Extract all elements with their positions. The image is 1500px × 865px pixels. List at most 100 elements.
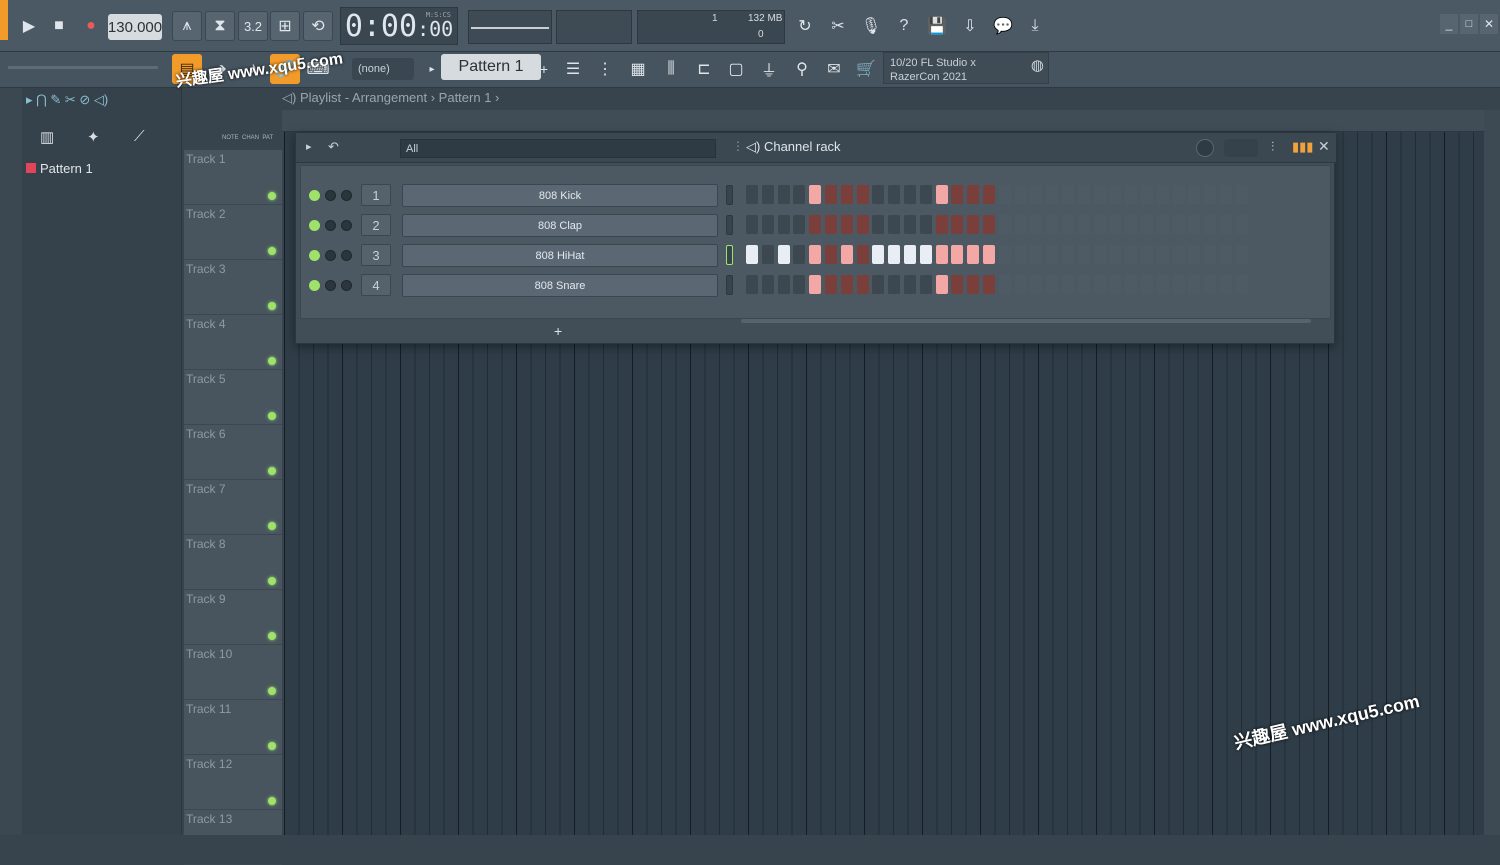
chat-icon[interactable]: 💬 xyxy=(988,11,1018,41)
tempo-display[interactable]: 130.000 xyxy=(108,14,162,40)
step-button[interactable] xyxy=(1014,185,1027,204)
channel-select-led[interactable] xyxy=(726,215,733,235)
step-button[interactable] xyxy=(935,275,948,294)
step-button[interactable] xyxy=(793,275,806,294)
step-button[interactable] xyxy=(967,215,980,234)
step-button[interactable] xyxy=(919,215,932,234)
channel-select-led[interactable] xyxy=(726,245,733,265)
channel-name-button[interactable]: 808 HiHat xyxy=(402,244,718,267)
pan-knob[interactable] xyxy=(341,220,352,231)
volume-knob[interactable] xyxy=(325,220,336,231)
step-button[interactable] xyxy=(967,185,980,204)
rack-menu-icon[interactable]: ▸ xyxy=(306,140,312,153)
step-button[interactable] xyxy=(761,275,774,294)
maximize-icon[interactable]: □ xyxy=(1460,14,1478,34)
step-button[interactable] xyxy=(1077,215,1090,234)
step-button[interactable] xyxy=(1093,215,1106,234)
plugin-picker-icon[interactable]: ▢ xyxy=(721,54,751,84)
track-mute-led[interactable] xyxy=(268,577,276,585)
automation-icon[interactable]: ⟋ xyxy=(134,128,145,145)
track-mute-led[interactable] xyxy=(268,302,276,310)
step-button[interactable] xyxy=(951,185,964,204)
cart-icon[interactable]: 🛒 xyxy=(851,54,881,84)
step-button[interactable] xyxy=(1204,245,1217,264)
track-mute-led[interactable] xyxy=(268,522,276,530)
news-panel[interactable]: 10/20 FL Studio x RazerCon 2021 ◍ xyxy=(883,52,1049,84)
tutorial-icon[interactable]: ⚲ xyxy=(787,54,817,84)
step-button[interactable] xyxy=(951,245,964,264)
play-icon[interactable]: ▶ xyxy=(14,11,44,41)
step-button[interactable] xyxy=(919,245,932,264)
track-mute-led[interactable] xyxy=(268,192,276,200)
step-button[interactable] xyxy=(904,185,916,204)
step-button[interactable] xyxy=(1030,185,1043,204)
channel-mute-led[interactable] xyxy=(309,250,320,261)
download-icon[interactable]: ⤓ xyxy=(1020,11,1050,41)
step-button[interactable] xyxy=(1109,215,1122,234)
track-mute-led[interactable] xyxy=(268,412,276,420)
close-icon[interactable]: ✕ xyxy=(1318,138,1330,155)
step-button[interactable] xyxy=(1235,275,1248,294)
help-icon[interactable]: ? xyxy=(889,11,919,41)
microphone-icon[interactable]: 🎙 xyxy=(856,11,886,41)
mixer-track-number[interactable]: 1 xyxy=(361,184,391,206)
master-volume-slider[interactable] xyxy=(468,10,552,44)
mixer-icon[interactable]: ⫼ xyxy=(656,54,686,84)
step-button[interactable] xyxy=(951,275,964,294)
step-button[interactable] xyxy=(1077,245,1090,264)
stop-icon[interactable]: ■ xyxy=(44,11,74,41)
playlist-icon[interactable]: ☰ xyxy=(558,54,588,84)
step-button[interactable] xyxy=(761,185,774,204)
pattern-selector[interactable]: Pattern 1 xyxy=(441,54,541,80)
step-button[interactable] xyxy=(746,185,758,204)
step-button[interactable] xyxy=(1188,275,1201,294)
countdown-icon[interactable]: 3.2 xyxy=(238,11,268,41)
piano-icon[interactable]: ▥ xyxy=(40,128,54,146)
step-button[interactable] xyxy=(809,245,822,264)
step-button[interactable] xyxy=(1156,245,1169,264)
step-button[interactable] xyxy=(1030,275,1043,294)
mail-icon[interactable]: ✉ xyxy=(819,54,849,84)
step-button[interactable] xyxy=(1172,185,1185,204)
mixer-track-number[interactable]: 3 xyxy=(361,244,391,266)
step-button[interactable] xyxy=(872,275,885,294)
mode-chan[interactable]: CHAN xyxy=(242,135,259,141)
track-mute-led[interactable] xyxy=(268,357,276,365)
export-icon[interactable]: ⇩ xyxy=(955,11,985,41)
mode-note[interactable]: NOTE xyxy=(222,135,239,141)
step-button[interactable] xyxy=(919,185,932,204)
step-button[interactable] xyxy=(1030,215,1043,234)
step-button[interactable] xyxy=(1235,215,1248,234)
step-button[interactable] xyxy=(1014,245,1027,264)
step-button[interactable] xyxy=(1172,215,1185,234)
step-button[interactable] xyxy=(1109,245,1122,264)
piano-roll-icon[interactable]: ⋮ xyxy=(590,54,620,84)
step-button[interactable] xyxy=(1141,215,1153,234)
step-button[interactable] xyxy=(1204,185,1217,204)
channel-rack-icon[interactable]: ▦ xyxy=(623,54,653,84)
step-button[interactable] xyxy=(793,185,806,204)
step-button[interactable] xyxy=(793,215,806,234)
step-button[interactable] xyxy=(904,215,916,234)
step-button[interactable] xyxy=(935,185,948,204)
step-button[interactable] xyxy=(919,275,932,294)
step-button[interactable] xyxy=(1062,185,1074,204)
channel-filter-select[interactable]: All xyxy=(400,139,716,158)
pattern-list-item[interactable]: Pattern 1 xyxy=(26,158,160,178)
step-button[interactable] xyxy=(856,185,869,204)
swing-knob[interactable] xyxy=(1196,139,1214,157)
step-button[interactable] xyxy=(777,275,790,294)
step-button[interactable] xyxy=(967,245,980,264)
step-button[interactable] xyxy=(1141,245,1153,264)
track-mute-led[interactable] xyxy=(268,797,276,805)
step-button[interactable] xyxy=(793,245,806,264)
step-button[interactable] xyxy=(1220,215,1232,234)
rack-horizontal-scrollbar[interactable] xyxy=(741,319,1311,323)
step-button[interactable] xyxy=(872,245,885,264)
step-button[interactable] xyxy=(904,275,916,294)
step-button[interactable] xyxy=(1188,215,1201,234)
step-button[interactable] xyxy=(983,245,995,264)
step-button[interactable] xyxy=(746,275,758,294)
step-button[interactable] xyxy=(1014,275,1027,294)
step-button[interactable] xyxy=(983,275,995,294)
